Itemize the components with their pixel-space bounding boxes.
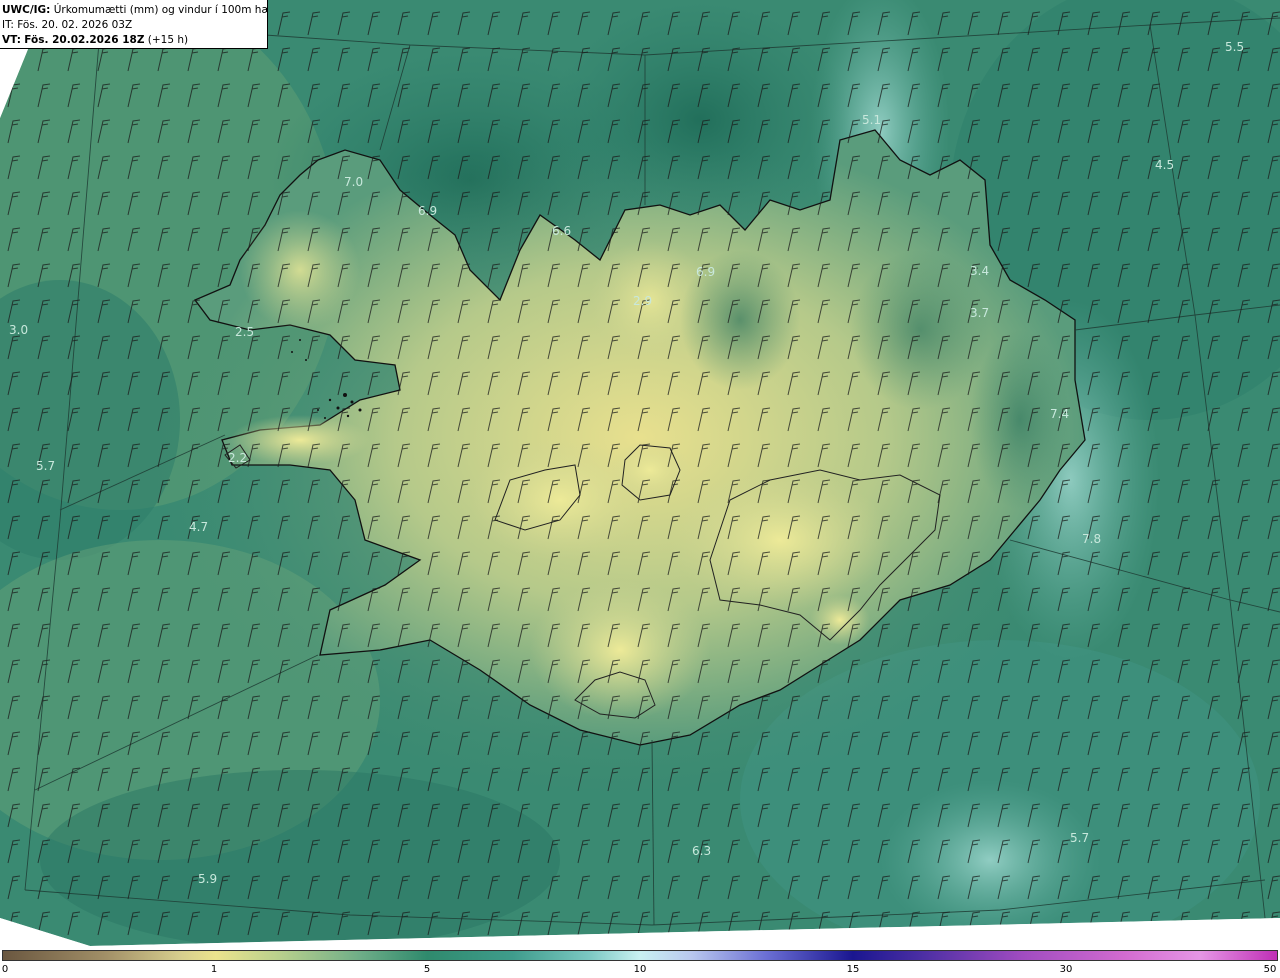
forecast-map: 5.5 5.1 4.5 7.0 6.9 6.6 6.9 2.9 3.4 3.7 … bbox=[0, 0, 1280, 948]
value-label: 5.7 bbox=[1070, 831, 1089, 845]
value-label: 5.5 bbox=[1225, 40, 1244, 54]
value-label: 3.7 bbox=[970, 306, 989, 320]
valid-time-line: VT: Fös. 20.02.2026 18Z (+15 h) bbox=[2, 34, 189, 46]
value-label: 2.9 bbox=[633, 294, 652, 308]
value-label: 6.9 bbox=[418, 204, 437, 218]
wind-barbs bbox=[0, 0, 1280, 946]
value-label: 5.7 bbox=[36, 459, 55, 473]
value-label: 2.5 bbox=[235, 325, 254, 339]
lead-time: (+15 h) bbox=[147, 34, 189, 46]
product-code: UWC/IG: bbox=[2, 4, 51, 16]
product-description: Úrkomumætti (mm) og vindur í 100m hæð bbox=[53, 4, 268, 16]
colorbar-tick: 5 bbox=[423, 964, 431, 975]
init-time: IT: Fös. 20. 02. 2026 03Z bbox=[2, 19, 133, 31]
colorbar-tick: 30 bbox=[1059, 964, 1073, 975]
value-label: 6.6 bbox=[552, 224, 571, 238]
value-label: 7.4 bbox=[1050, 407, 1069, 421]
value-label: 4.5 bbox=[1155, 158, 1174, 172]
value-label: 3.4 bbox=[970, 264, 989, 278]
value-label: 2.2 bbox=[228, 451, 247, 465]
value-label: 4.7 bbox=[189, 520, 208, 534]
title-line: UWC/IG: Úrkomumætti (mm) og vindur í 100… bbox=[2, 3, 267, 18]
value-label: 6.3 bbox=[692, 844, 711, 858]
colorbar-tick: 10 bbox=[633, 964, 647, 975]
colorbar-tick: 15 bbox=[846, 964, 860, 975]
value-label: 6.9 bbox=[696, 265, 715, 279]
colorbar-tick: 0 bbox=[1, 964, 9, 975]
colorbar-tick: 1 bbox=[210, 964, 218, 975]
colorbar-tick: 50 bbox=[1263, 964, 1277, 975]
value-label: 5.9 bbox=[198, 872, 217, 886]
value-label: 7.8 bbox=[1082, 532, 1101, 546]
value-label: 7.0 bbox=[344, 175, 363, 189]
value-label: 3.0 bbox=[9, 323, 28, 337]
valid-time: Fös. 20.02.2026 18Z bbox=[24, 34, 145, 46]
title-box: UWC/IG: Úrkomumætti (mm) og vindur í 100… bbox=[0, 0, 268, 49]
value-label: 5.1 bbox=[862, 113, 881, 127]
colorbar bbox=[2, 950, 1278, 961]
